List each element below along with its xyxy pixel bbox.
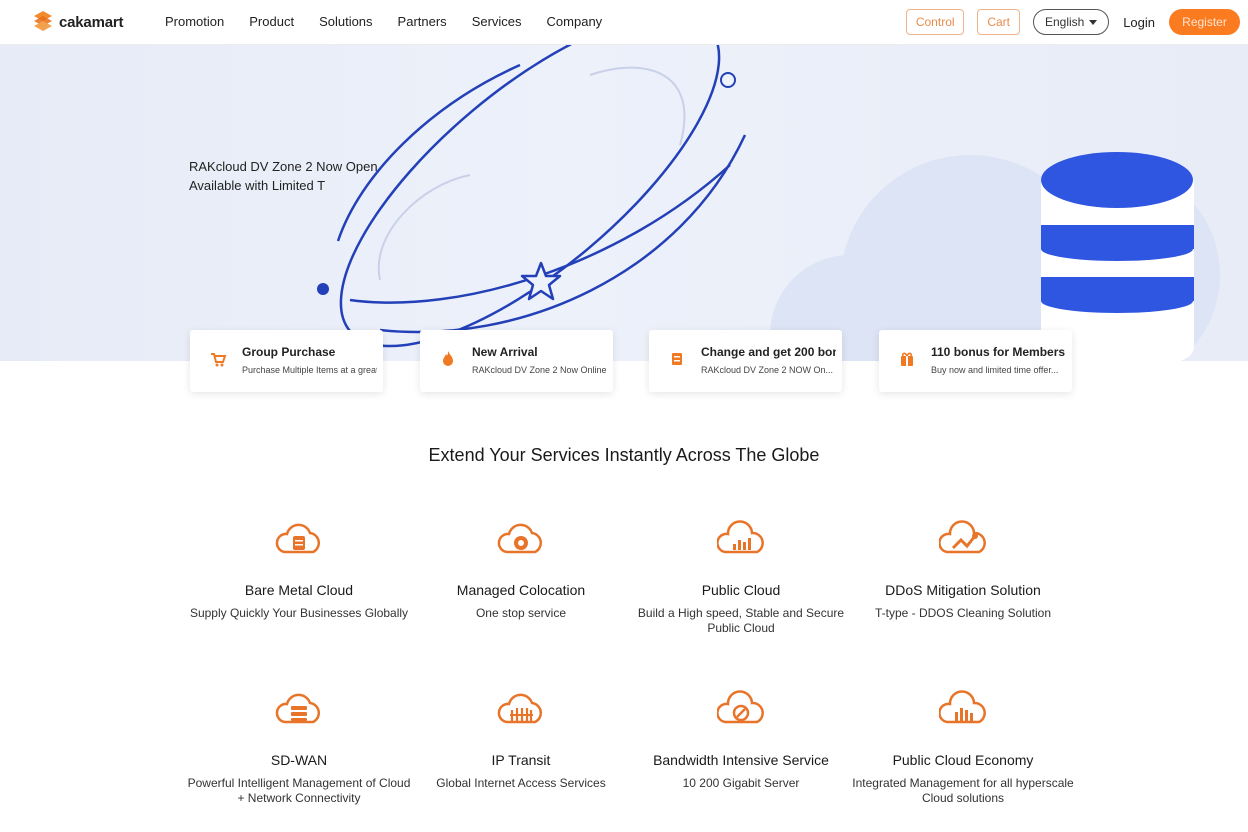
card-title: 110 bonus for Members — [931, 345, 1066, 359]
nav-item-promotion[interactable]: Promotion — [165, 14, 224, 29]
brand-name: cakamart — [59, 13, 124, 31]
nav-item-product[interactable]: Product — [249, 14, 294, 29]
sdwan-cloud-icon — [275, 693, 320, 724]
public-cloud-icon — [717, 520, 764, 554]
hero-banner[interactable]: RAKcloud DV Zone 2 Now Open Available wi… — [0, 45, 1248, 361]
service-description: Supply Quickly Your Businesses Globally — [189, 606, 409, 620]
service-title: SD-WAN — [270, 752, 328, 768]
promo-card-group-purchase[interactable]: Group Purchase Purchase Multiple Items a… — [190, 330, 383, 392]
orbit-dot-icon — [317, 283, 329, 295]
chevron-down-icon — [1089, 19, 1098, 25]
colocation-cloud-icon — [497, 523, 542, 554]
hero-headline: RAKcloud DV Zone 2 Now Open Available wi… — [189, 157, 378, 195]
service-description: T-type - DDOS Cleaning Solution — [874, 606, 1052, 620]
promo-card-members[interactable]: 110 bonus for Members Buy now and limite… — [879, 330, 1072, 392]
logo-icon — [34, 11, 52, 31]
orbit-rings — [336, 45, 747, 348]
card-title: New Arrival — [472, 345, 538, 359]
service-bare-metal-cloud[interactable]: Bare Metal Cloud Supply Quickly Your Bus… — [184, 520, 414, 621]
header-tools: Control Cart English Login Register — [906, 9, 1240, 35]
nav-item-company[interactable]: Company — [547, 14, 603, 29]
card-subtitle: RAKcloud DV Zone 2 Now Online... — [472, 365, 607, 375]
promo-cards: Group Purchase Purchase Multiple Items a… — [0, 330, 1248, 392]
service-description: Global Internet Access Services — [436, 776, 606, 790]
server-icon — [672, 353, 682, 365]
cloud-economy-icon — [939, 690, 986, 724]
service-description: Powerful Intelligent Management of Cloud… — [187, 776, 411, 805]
service-title: Managed Colocation — [456, 582, 586, 598]
promo-card-bonus[interactable]: Change and get 200 bon... RAKcloud DV Zo… — [649, 330, 842, 392]
hero-line-2: Available with Limited T — [189, 178, 326, 193]
service-title: Public Cloud Economy — [892, 752, 1034, 768]
service-public-cloud-economy[interactable]: Public Cloud Economy Integrated Manageme… — [848, 690, 1078, 806]
cart-button[interactable]: Cart — [977, 9, 1021, 35]
login-link[interactable]: Login — [1123, 15, 1155, 30]
card-subtitle: RAKcloud DV Zone 2 NOW On... — [701, 365, 834, 375]
gift-icon — [901, 352, 913, 366]
service-description: One stop service — [475, 606, 567, 620]
card-title: Group Purchase — [242, 345, 336, 359]
service-ip-transit[interactable]: IP Transit Global Internet Access Servic… — [406, 690, 636, 791]
orbit-node-icon — [720, 72, 736, 88]
brand-logo[interactable]: cakamart — [31, 10, 123, 34]
nav-item-partners[interactable]: Partners — [398, 14, 447, 29]
card-title: Change and get 200 bon... — [701, 345, 836, 359]
cart-icon — [211, 353, 227, 367]
service-public-cloud[interactable]: Public Cloud Build a High speed, Stable … — [626, 520, 856, 636]
hero-illustration — [317, 45, 1220, 361]
service-description: Integrated Management for all hyperscale… — [852, 776, 1074, 805]
section-title: Extend Your Services Instantly Across Th… — [428, 445, 820, 465]
nav-item-solutions[interactable]: Solutions — [319, 14, 372, 29]
main-nav: Promotion Product Solutions Partners Ser… — [165, 14, 627, 29]
service-managed-colocation[interactable]: Managed Colocation One stop service — [406, 520, 636, 621]
service-title: Bandwidth Intensive Service — [653, 752, 829, 768]
faint-arcs — [377, 66, 686, 281]
top-navbar: cakamart Promotion Product Solutions Par… — [0, 0, 1248, 45]
hero-line-1: RAKcloud DV Zone 2 Now Open — [189, 159, 378, 174]
service-title: Bare Metal Cloud — [244, 582, 354, 598]
service-bandwidth-intensive[interactable]: Bandwidth Intensive Service 10 200 Gigab… — [626, 690, 856, 791]
ddos-cloud-icon — [939, 520, 986, 554]
service-description: 10 200 Gigabit Server — [682, 776, 800, 790]
service-title: Public Cloud — [701, 582, 781, 598]
language-value: English — [1045, 15, 1085, 29]
card-subtitle: Purchase Multiple Items at a great... — [242, 365, 377, 375]
card-subtitle: Buy now and limited time offer... — [931, 365, 1059, 375]
bandwidth-cloud-icon — [717, 690, 764, 724]
service-title: DDoS Mitigation Solution — [885, 582, 1041, 598]
service-title: IP Transit — [491, 752, 551, 768]
nav-item-services[interactable]: Services — [472, 14, 522, 29]
console-button[interactable]: Control — [906, 9, 965, 35]
service-ddos-mitigation[interactable]: DDoS Mitigation Solution T-type - DDOS C… — [848, 520, 1078, 621]
fire-icon — [443, 351, 453, 366]
service-description: Build a High speed, Stable and Secure Pu… — [637, 606, 845, 635]
ip-transit-cloud-icon — [497, 693, 542, 724]
bare-metal-cloud-icon — [275, 523, 320, 554]
language-select[interactable]: English — [1033, 9, 1110, 35]
service-sd-wan[interactable]: SD-WAN Powerful Intelligent Management o… — [184, 690, 414, 806]
promo-card-new-arrival[interactable]: New Arrival RAKcloud DV Zone 2 Now Onlin… — [420, 330, 613, 392]
register-button[interactable]: Register — [1169, 9, 1240, 35]
